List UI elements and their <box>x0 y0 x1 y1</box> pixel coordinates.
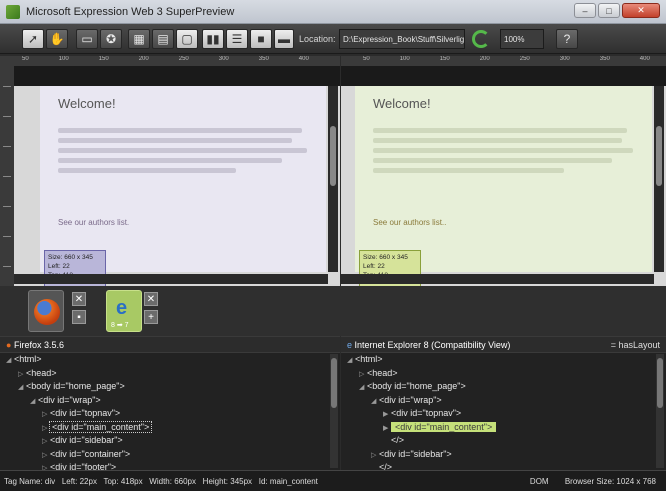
authors-link[interactable]: See our authors list.. <box>373 218 446 227</box>
remove-browser-icon[interactable]: ✕ <box>144 292 158 306</box>
tree-node[interactable]: ◢ <html> <box>0 353 340 367</box>
help-button[interactable]: ? <box>556 29 578 49</box>
dom-toggle[interactable]: DOM <box>530 477 549 486</box>
body-text-block <box>58 128 312 178</box>
remove-browser-icon[interactable]: ✕ <box>72 292 86 306</box>
baseline-dom-tree: ● Firefox 3.5.6 ◢ <html> ▷ <head> ◢ <body i… <box>0 336 340 472</box>
close-button[interactable]: ✕ <box>622 3 660 18</box>
horizontal-ruler: 50 100 150 200 250 300 350 400 <box>341 56 666 66</box>
tree-node[interactable]: ▷ <div id="topnav"> <box>0 407 340 421</box>
pointer-tool-icon[interactable]: ➚ <box>22 29 44 49</box>
ie-logo-icon: e <box>116 297 128 319</box>
tree-node[interactable]: ▷ <head> <box>0 367 340 381</box>
stacked-view-icon[interactable]: ☰ <box>226 29 248 49</box>
dom-panel-header: ● Firefox 3.5.6 <box>0 337 340 353</box>
ie-mode-caption: 8 ➡ 7 <box>111 322 129 329</box>
status-width: Width: 660px <box>149 477 196 486</box>
tree-node[interactable]: ◢ <body id="home_page"> <box>341 380 666 394</box>
side-by-side-icon[interactable]: ▮▮ <box>202 29 224 49</box>
vertical-ruler <box>0 66 14 286</box>
vertical-scrollbar[interactable] <box>654 86 664 272</box>
browser-size-select[interactable]: Browser Size: 1024 x 768 <box>565 477 656 486</box>
layout-icon[interactable]: ▦ <box>128 29 150 49</box>
body-text-block <box>373 128 638 178</box>
horizontal-scrollbar[interactable] <box>341 274 654 284</box>
horizontal-scrollbar[interactable] <box>14 274 328 284</box>
minimize-button[interactable]: – <box>574 3 596 18</box>
baseline-preview-pane[interactable]: 50 100 150 200 250 300 350 400 Welcome! See … <box>0 56 340 288</box>
dom-scrollbar[interactable] <box>330 354 338 468</box>
highlight-tool-icon[interactable]: ▭ <box>76 29 98 49</box>
onion-skin-icon[interactable]: ▢ <box>176 29 198 49</box>
status-left: Left: 22px <box>61 477 97 486</box>
tree-node[interactable]: ▷ <div id="container"> <box>0 448 340 462</box>
status-id: Id: main_content <box>258 477 318 486</box>
firefox-browser-thumb[interactable] <box>28 290 64 332</box>
maximize-button[interactable]: □ <box>598 3 620 18</box>
dom-panel-title: Firefox 3.5.6 <box>13 340 64 350</box>
tree-node[interactable]: ◢ <html> <box>341 353 666 367</box>
comparison-preview-pane[interactable]: 50 100 150 200 250 300 350 400 Welcome! See … <box>341 56 666 288</box>
status-tag-name: Tag Name: div <box>4 477 56 486</box>
page-header-band <box>14 66 340 86</box>
tree-node[interactable]: ▶ <div id="topnav"> <box>341 407 666 421</box>
location-label: Location: <box>299 34 336 44</box>
firefox-logo-icon <box>34 299 60 325</box>
page-heading: Welcome! <box>373 96 431 111</box>
add-browser-icon[interactable]: + <box>144 310 158 324</box>
tree-node[interactable]: ◢ <div id="wrap"> <box>0 394 340 408</box>
tree-node[interactable]: ▷ <div id="sidebar"> <box>341 448 666 462</box>
tree-node[interactable]: </> <box>341 434 666 448</box>
ie-browser-thumb[interactable]: e 8 ➡ 7 <box>106 290 142 332</box>
toolbar: ➚ ✋ ▭ ✪ ▦ ▤ ▢ ▮▮ ☰ ■ ▬ Location: D:\Expr… <box>0 24 666 54</box>
firefox-icon: ● <box>6 340 12 350</box>
split-icon[interactable]: ▬ <box>274 29 294 49</box>
rendered-page: Welcome! See our authors list. <box>40 86 326 272</box>
comparison-dom-tree: e Internet Explorer 8 (Compatibility Vie… <box>341 336 666 472</box>
browser-options-icon[interactable]: ▪ <box>72 310 86 324</box>
single-view-icon[interactable]: ■ <box>250 29 272 49</box>
zoom-select[interactable]: 100% <box>500 29 544 49</box>
tree-node[interactable]: ◢ <body id="home_page"> <box>0 380 340 394</box>
ie-icon: e <box>347 340 353 350</box>
dom-panel-title: Internet Explorer 8 (Compatibility View) <box>354 340 511 350</box>
overlay-icon[interactable]: ▤ <box>152 29 174 49</box>
status-height: Height: 345px <box>202 477 253 486</box>
status-right: DOM Browser Size: 1024 x 768 <box>516 477 656 486</box>
status-bar: Tag Name: div Left: 22px Top: 418px Widt… <box>0 470 666 491</box>
dom-scrollbar[interactable] <box>656 354 664 468</box>
dom-panel-header: e Internet Explorer 8 (Compatibility Vie… <box>341 337 666 353</box>
page-header-band <box>341 66 666 86</box>
lightbulb-icon[interactable]: ✪ <box>100 29 122 49</box>
title-bar: Microsoft Expression Web 3 SuperPreview … <box>0 0 666 24</box>
tree-node[interactable]: ◢ <div id="wrap"> <box>341 394 666 408</box>
tree-node[interactable]: ▷ <div id="sidebar"> <box>0 434 340 448</box>
page-heading: Welcome! <box>58 96 116 111</box>
rendered-page: Welcome! See our authors list.. <box>355 86 652 272</box>
vertical-scrollbar[interactable] <box>328 86 338 272</box>
location-input[interactable]: D:\Expression_Book\Stuff\Silverlight <box>339 29 465 49</box>
tree-node-selected[interactable]: ▶ <div id="main_content"> <box>341 421 666 435</box>
refresh-icon[interactable] <box>472 30 490 48</box>
status-top: Top: 418px <box>103 477 143 486</box>
window-title: Microsoft Expression Web 3 SuperPreview <box>26 6 235 18</box>
tree-node-selected[interactable]: ▷ <div id="main_content"> <box>0 420 340 435</box>
hand-tool-icon[interactable]: ✋ <box>46 29 68 49</box>
horizontal-ruler: 50 100 150 200 250 300 350 400 <box>0 56 340 66</box>
authors-link[interactable]: See our authors list. <box>58 218 129 227</box>
has-layout-legend: = hasLayout <box>610 340 660 350</box>
app-icon <box>6 5 20 19</box>
tree-node[interactable]: ▷ <head> <box>341 367 666 381</box>
window-controls: – □ ✕ <box>574 3 660 18</box>
browser-strip: ✕ ▪ e 8 ➡ 7 ✕ + <box>0 286 666 336</box>
